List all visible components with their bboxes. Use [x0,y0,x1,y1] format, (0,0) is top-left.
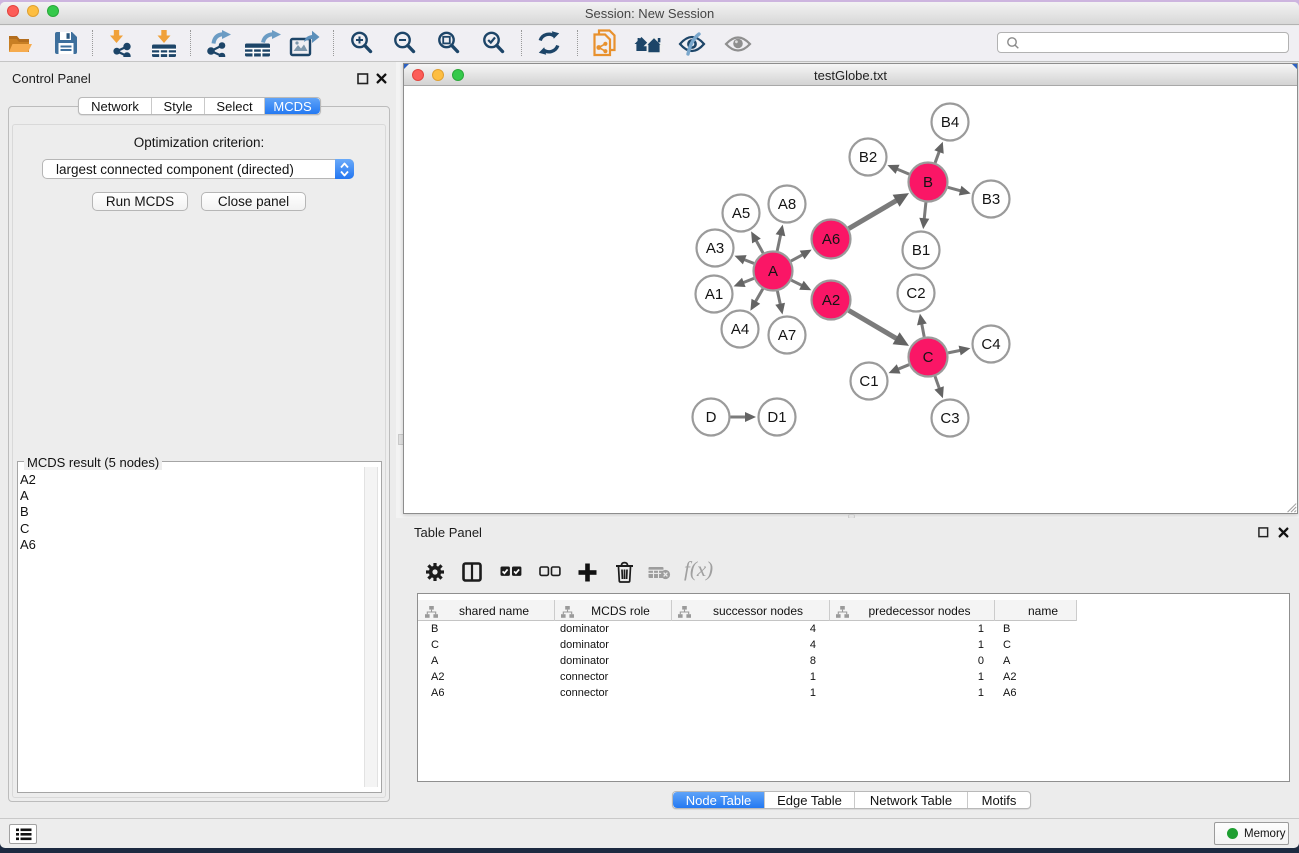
svg-text:D: D [706,409,717,426]
svg-text:C3: C3 [940,410,959,427]
svg-text:C: C [923,349,934,366]
svg-text:A7: A7 [778,327,796,344]
svg-text:B1: B1 [912,242,930,259]
svg-text:A: A [768,263,778,280]
svg-text:C1: C1 [859,373,878,390]
svg-text:A6: A6 [822,231,840,248]
svg-text:B: B [923,174,933,191]
svg-text:A2: A2 [822,292,840,309]
svg-text:A1: A1 [705,286,723,303]
svg-text:C2: C2 [906,285,925,302]
svg-text:B3: B3 [982,191,1000,208]
svg-text:A8: A8 [778,196,796,213]
svg-text:A3: A3 [706,240,724,257]
svg-text:C4: C4 [981,336,1000,353]
svg-text:A4: A4 [731,321,749,338]
svg-text:B2: B2 [859,149,877,166]
svg-text:B4: B4 [941,114,959,131]
svg-text:D1: D1 [767,409,786,426]
svg-text:A5: A5 [732,205,750,222]
